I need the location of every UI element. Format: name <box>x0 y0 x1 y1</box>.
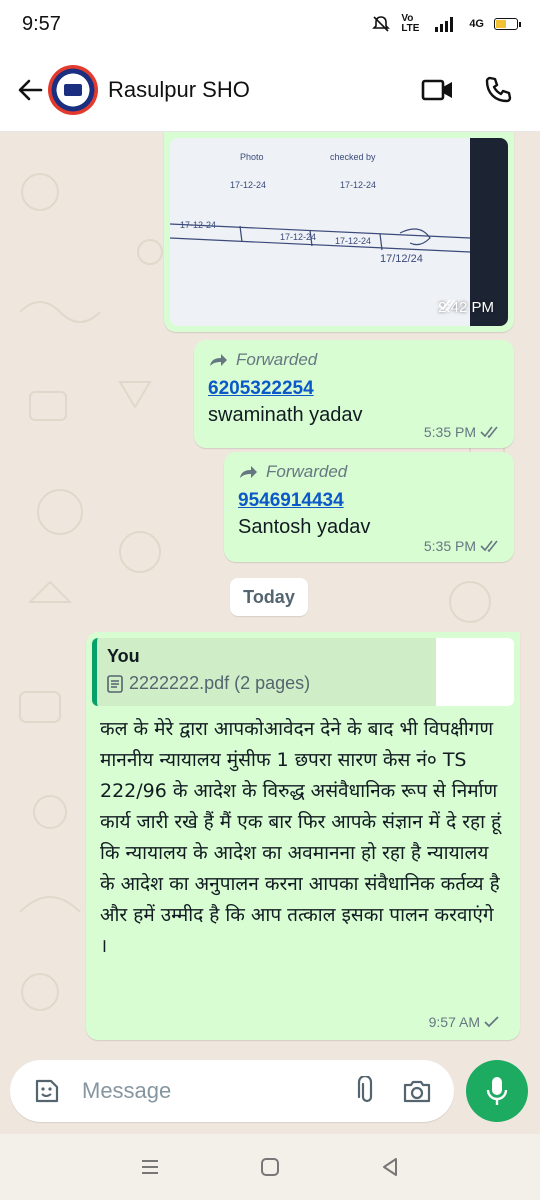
contact-avatar[interactable] <box>48 64 98 115</box>
voice-message-button[interactable] <box>466 1060 528 1122</box>
time-text: 5:35 PM <box>423 538 476 554</box>
handwritten-document-image: Photo checked by 17-12-24 17-12-24 17-12… <box>170 138 508 326</box>
forwarded-text: Forwarded <box>236 350 318 369</box>
camera-icon <box>403 1080 431 1103</box>
video-call-button[interactable] <box>408 65 468 115</box>
forwarded-label: Forwarded <box>208 350 500 370</box>
microphone-icon <box>486 1077 508 1105</box>
home-button[interactable] <box>245 1142 295 1192</box>
image-timestamp: 2:42 PM <box>438 299 494 316</box>
forwarded-label: Forwarded <box>238 462 500 482</box>
document-icon <box>107 674 123 693</box>
signal-icon <box>433 15 459 33</box>
volte-label: Vo LTE <box>401 13 420 34</box>
image-message[interactable]: Photo checked by 17-12-24 17-12-24 17-12… <box>164 132 514 332</box>
handwriting-photo: Photo <box>240 152 264 162</box>
mute-icon <box>371 14 391 34</box>
image-attachment[interactable]: Photo checked by 17-12-24 17-12-24 17-12… <box>170 138 508 326</box>
attach-button[interactable] <box>346 1070 388 1112</box>
recent-apps-button[interactable] <box>125 1142 175 1192</box>
arrow-left-icon <box>18 79 43 100</box>
handwriting-date-4: 17-12-24 <box>280 232 316 242</box>
phone-number-link[interactable]: 9546914434 <box>238 490 500 512</box>
quote-thumbnail <box>436 638 514 706</box>
handwriting-checked-by: checked by <box>330 152 376 162</box>
handwriting-date-5: 17-12-24 <box>335 236 371 246</box>
status-time: 9:57 <box>22 12 61 35</box>
paperclip-icon <box>357 1076 373 1103</box>
voice-call-button[interactable] <box>468 65 528 115</box>
message-timestamp: 5:35 PM <box>424 538 500 554</box>
handwriting-date-2: 17-12-24 <box>340 180 376 190</box>
message-input[interactable] <box>82 1078 346 1104</box>
forwarded-text: Forwarded <box>266 462 348 481</box>
network-type-label: 4G <box>469 18 484 30</box>
back-button[interactable] <box>12 70 48 110</box>
message-timestamp: 9:57 AM <box>429 1014 500 1030</box>
battery-icon <box>494 18 521 30</box>
quote-file: 2222222.pdf (2 pages) <box>107 673 426 694</box>
message-input-pill[interactable] <box>10 1060 454 1122</box>
handwriting-date-3: 17-12-24 <box>180 220 216 230</box>
reply-message[interactable]: You 2222222.pdf (2 pages) कल के मेरे द्व… <box>86 632 520 1040</box>
sticker-icon <box>35 1079 59 1103</box>
police-emblem-icon <box>64 83 82 96</box>
camera-button[interactable] <box>396 1070 438 1112</box>
menu-lines-icon <box>142 1160 158 1174</box>
forwarded-message-2[interactable]: Forwarded 9546914434 Santosh yadav 5:35 … <box>224 452 514 562</box>
quote-file-name: 2222222.pdf (2 pages) <box>129 673 311 693</box>
handwriting-date-1: 17-12-24 <box>230 180 266 190</box>
status-bar: 9:57 Vo LTE 4G <box>0 0 540 48</box>
double-check-icon <box>480 540 498 552</box>
time-text: 5:35 PM <box>423 424 476 440</box>
phone-number-link[interactable]: 6205322254 <box>208 378 500 400</box>
handwriting-date-6: 17/12/24 <box>380 253 423 265</box>
forward-arrow-icon <box>240 466 257 478</box>
back-nav-button[interactable] <box>365 1142 415 1192</box>
single-check-icon <box>484 1016 499 1028</box>
forward-arrow-icon <box>210 354 227 366</box>
chat-area[interactable]: Photo checked by 17-12-24 17-12-24 17-12… <box>0 132 540 1050</box>
square-icon <box>261 1158 279 1176</box>
time-text: 9:57 AM <box>428 1014 480 1030</box>
double-check-icon <box>438 299 456 311</box>
triangle-back-icon <box>383 1158 397 1176</box>
phone-icon <box>485 76 512 102</box>
status-icons: Vo LTE 4G <box>371 13 521 34</box>
chat-header: Rasulpur SHO <box>0 48 540 132</box>
quoted-message[interactable]: You 2222222.pdf (2 pages) <box>92 638 514 706</box>
quote-content: You 2222222.pdf (2 pages) <box>97 638 436 706</box>
contact-name-text: Santosh yadav <box>238 516 371 538</box>
message-text: कल के मेरे द्वारा आपकोआवेदन देने के बाद … <box>100 718 502 957</box>
quote-author: You <box>107 646 140 666</box>
system-nav-bar <box>0 1134 540 1200</box>
double-check-icon <box>480 426 498 438</box>
video-call-icon <box>421 79 452 100</box>
sticker-button[interactable] <box>26 1070 68 1112</box>
message-timestamp: 5:35 PM <box>424 424 500 440</box>
compose-bar <box>0 1050 540 1134</box>
contact-name[interactable]: Rasulpur SHO <box>108 77 408 103</box>
date-separator: Today <box>230 578 308 616</box>
forwarded-message-1[interactable]: Forwarded 6205322254 swaminath yadav 5:3… <box>194 340 514 448</box>
